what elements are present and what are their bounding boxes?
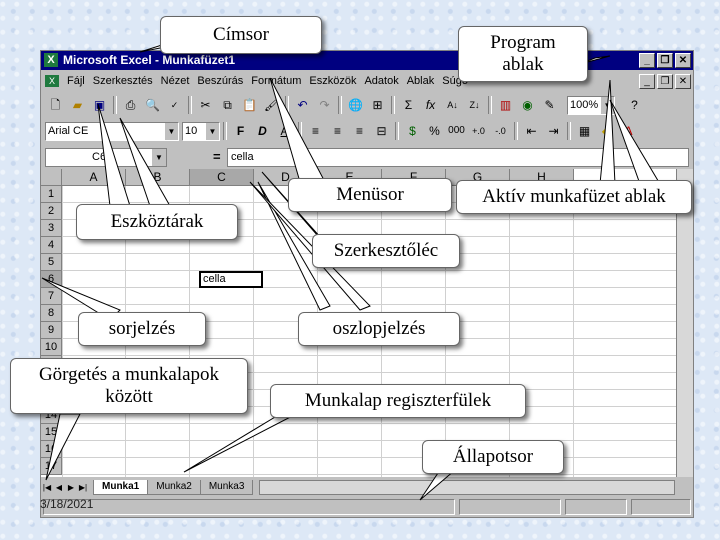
- callout-gorgetes: Görgetés a munkalapok között: [10, 358, 248, 414]
- callout-aktiv-ablak: Aktív munkafüzet ablak: [456, 180, 692, 214]
- callout-menusor: Menüsor: [288, 178, 452, 212]
- pointer-eszkoz: [97, 103, 131, 207]
- callout-szerkesztoleceriaelem: Szerkesztőléc: [312, 234, 460, 268]
- pointer-aktiv: [599, 79, 616, 185]
- callout-munkalap-fulek: Munkalap regiszterfülek: [270, 384, 526, 418]
- callout-eszkoztarak: Eszköztárak: [76, 204, 238, 240]
- pointer-eszkoz2: [119, 117, 171, 207]
- pointer-menusor: [269, 77, 326, 183]
- callout-pointers: [41, 43, 661, 501]
- callout-oszlopjelzes: oszlopjelzés: [298, 312, 460, 346]
- pointer-allap: [419, 469, 457, 501]
- callout-program-ablak: Program ablak: [458, 26, 588, 82]
- callout-allapotsor: Állapotsor: [422, 440, 564, 474]
- pointer-aktiv2: [609, 99, 661, 185]
- callout-cimsor: Címsor: [160, 16, 322, 54]
- callout-sorjelzes: sorjelzés: [78, 312, 206, 346]
- pointer-gorg: [45, 413, 81, 481]
